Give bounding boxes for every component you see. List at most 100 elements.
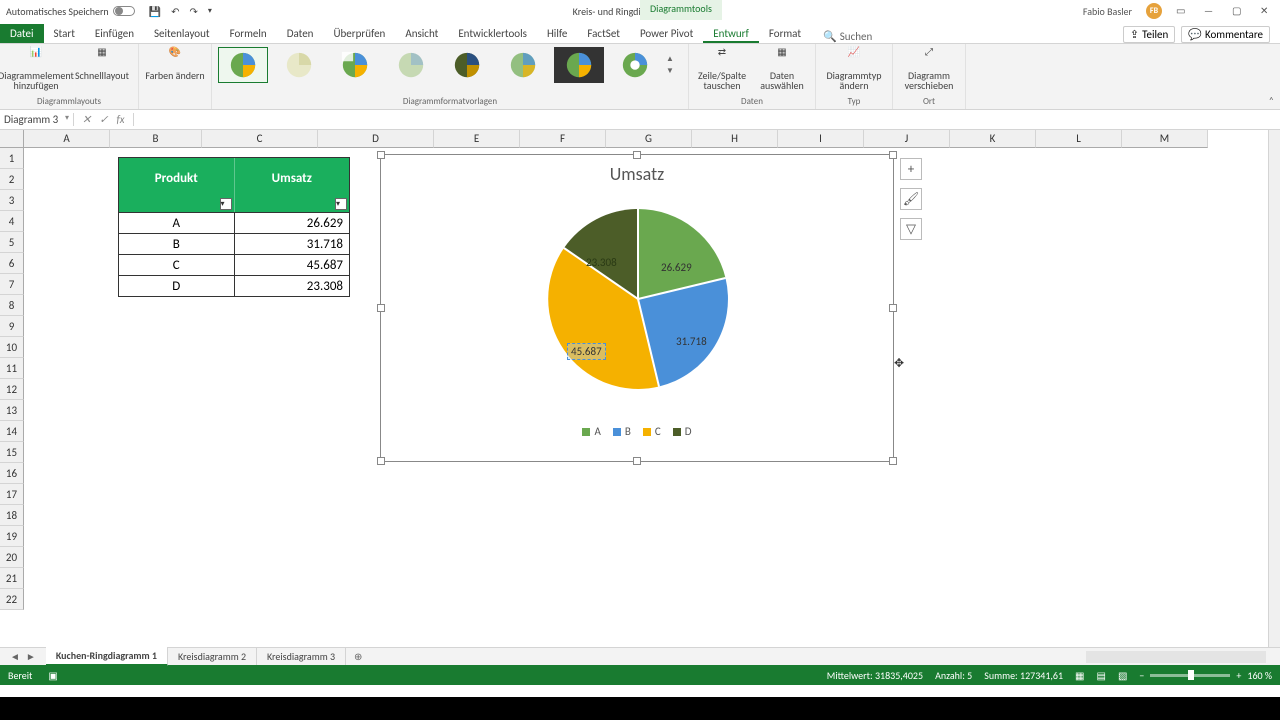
save-icon[interactable]: 💾: [149, 5, 161, 18]
chart-filter-button[interactable]: ▽: [900, 218, 922, 240]
row-header[interactable]: 4: [0, 211, 24, 232]
row-header[interactable]: 3: [0, 190, 24, 211]
tab-formulas[interactable]: Formeln: [220, 24, 277, 43]
sheet-tab[interactable]: Kreisdiagramm 2: [168, 648, 257, 665]
redo-icon[interactable]: ↷: [190, 5, 198, 18]
sheet-tab[interactable]: Kreisdiagramm 3: [257, 648, 346, 665]
tab-design[interactable]: Entwurf: [703, 24, 759, 43]
chart-object[interactable]: Umsatz 26.629 31.718 45.687 23.308 A B C…: [380, 154, 894, 462]
resize-handle[interactable]: [889, 457, 897, 465]
view-page-icon[interactable]: ▤: [1097, 669, 1106, 682]
fx-icon[interactable]: fx: [116, 113, 124, 126]
select-all-corner[interactable]: [0, 130, 24, 148]
row-header[interactable]: 8: [0, 295, 24, 316]
add-sheet-button[interactable]: ⊕: [346, 650, 370, 663]
horizontal-scrollbar[interactable]: [1086, 651, 1266, 663]
name-box[interactable]: Diagramm 3 ▾: [0, 113, 74, 126]
row-header[interactable]: 14: [0, 421, 24, 442]
table-row[interactable]: B31.718: [119, 233, 349, 254]
data-label-c[interactable]: 45.687: [567, 343, 606, 360]
row-header[interactable]: 12: [0, 379, 24, 400]
chart-style-6[interactable]: [498, 47, 548, 83]
view-normal-icon[interactable]: ▦: [1075, 669, 1084, 682]
column-header[interactable]: K: [950, 130, 1036, 148]
tab-format[interactable]: Format: [759, 24, 811, 43]
zoom-control[interactable]: − + 160 %: [1139, 669, 1272, 682]
tab-file[interactable]: Datei: [0, 24, 44, 43]
collapse-ribbon-icon[interactable]: ˄: [1269, 94, 1274, 107]
row-header[interactable]: 16: [0, 463, 24, 484]
change-colors-button[interactable]: 🎨 Farben ändern: [145, 47, 205, 81]
qat-more-icon[interactable]: ▾: [208, 6, 212, 16]
add-chart-element-button[interactable]: 📊 Diagrammelement hinzufügen: [6, 47, 66, 91]
zoom-level[interactable]: 160 %: [1247, 669, 1272, 682]
row-header[interactable]: 21: [0, 568, 24, 589]
data-label-a[interactable]: 26.629: [661, 261, 692, 274]
switch-row-col-button[interactable]: ⇄Zeile/Spalte tauschen: [695, 47, 749, 91]
comments-button[interactable]: 💬Kommentare: [1181, 26, 1270, 43]
resize-handle[interactable]: [633, 151, 641, 159]
resize-handle[interactable]: [633, 457, 641, 465]
chart-style-1[interactable]: [218, 47, 268, 83]
search-box[interactable]: 🔍 Suchen: [823, 30, 872, 43]
vertical-scrollbar[interactable]: [1268, 130, 1280, 647]
row-header[interactable]: 20: [0, 547, 24, 568]
chart-style-7[interactable]: [554, 47, 604, 83]
row-header[interactable]: 5: [0, 232, 24, 253]
chart-style-5[interactable]: [442, 47, 492, 83]
chart-styles-button[interactable]: 🖌: [900, 188, 922, 210]
resize-handle[interactable]: [889, 151, 897, 159]
column-header[interactable]: B: [110, 130, 202, 148]
column-header[interactable]: I: [778, 130, 864, 148]
column-header[interactable]: J: [864, 130, 950, 148]
row-header[interactable]: 1: [0, 148, 24, 169]
tab-developer[interactable]: Entwicklertools: [448, 24, 537, 43]
move-chart-button[interactable]: ⤢Diagramm verschieben: [899, 47, 959, 91]
cancel-formula-icon[interactable]: ✕: [82, 113, 91, 126]
sheet-prev-icon[interactable]: ◄: [10, 650, 20, 663]
row-header[interactable]: 19: [0, 526, 24, 547]
column-header[interactable]: A: [24, 130, 110, 148]
column-header[interactable]: F: [520, 130, 606, 148]
tab-review[interactable]: Überprüfen: [323, 24, 395, 43]
table-row[interactable]: C45.687: [119, 254, 349, 275]
table-header-product[interactable]: Produkt: [119, 158, 235, 198]
row-header[interactable]: 13: [0, 400, 24, 421]
chart-legend[interactable]: A B C D: [381, 425, 893, 438]
tab-start[interactable]: Start: [44, 24, 85, 43]
zoom-out-icon[interactable]: −: [1139, 669, 1144, 682]
undo-icon[interactable]: ↶: [171, 5, 179, 18]
row-header[interactable]: 6: [0, 253, 24, 274]
row-header[interactable]: 17: [0, 484, 24, 505]
row-header[interactable]: 18: [0, 505, 24, 526]
macro-record-icon[interactable]: ▣: [48, 669, 57, 682]
user-avatar[interactable]: FB: [1146, 3, 1162, 19]
column-header[interactable]: M: [1122, 130, 1208, 148]
zoom-slider[interactable]: [1150, 674, 1230, 677]
column-header[interactable]: H: [692, 130, 778, 148]
column-header[interactable]: L: [1036, 130, 1122, 148]
row-header[interactable]: 15: [0, 442, 24, 463]
tab-powerpivot[interactable]: Power Pivot: [630, 24, 703, 43]
style-gallery-expand[interactable]: ▲▼: [666, 47, 682, 83]
view-break-icon[interactable]: ▧: [1118, 669, 1127, 682]
resize-handle[interactable]: [889, 304, 897, 312]
chart-title[interactable]: Umsatz: [381, 155, 893, 189]
worksheet-grid[interactable]: ABCDEFGHIJKLM 12345678910111213141516171…: [0, 130, 1280, 647]
quick-layout-button[interactable]: ▦ Schnelllayout: [72, 47, 132, 81]
ribbon-display-icon[interactable]: ▭: [1176, 4, 1190, 18]
tab-insert[interactable]: Einfügen: [85, 24, 144, 43]
share-button[interactable]: ⇪Teilen: [1123, 26, 1175, 43]
chart-style-8[interactable]: [610, 47, 660, 83]
resize-handle[interactable]: [377, 151, 385, 159]
row-header[interactable]: 11: [0, 358, 24, 379]
enter-formula-icon[interactable]: ✓: [99, 113, 108, 126]
row-header[interactable]: 7: [0, 274, 24, 295]
chart-style-2[interactable]: [274, 47, 324, 83]
tab-data[interactable]: Daten: [277, 24, 324, 43]
sheet-tab[interactable]: Kuchen-Ringdiagramm 1: [46, 647, 168, 666]
toggle-icon[interactable]: [113, 6, 135, 16]
minimize-icon[interactable]: —: [1204, 4, 1218, 18]
resize-handle[interactable]: [377, 457, 385, 465]
tab-view[interactable]: Ansicht: [395, 24, 448, 43]
